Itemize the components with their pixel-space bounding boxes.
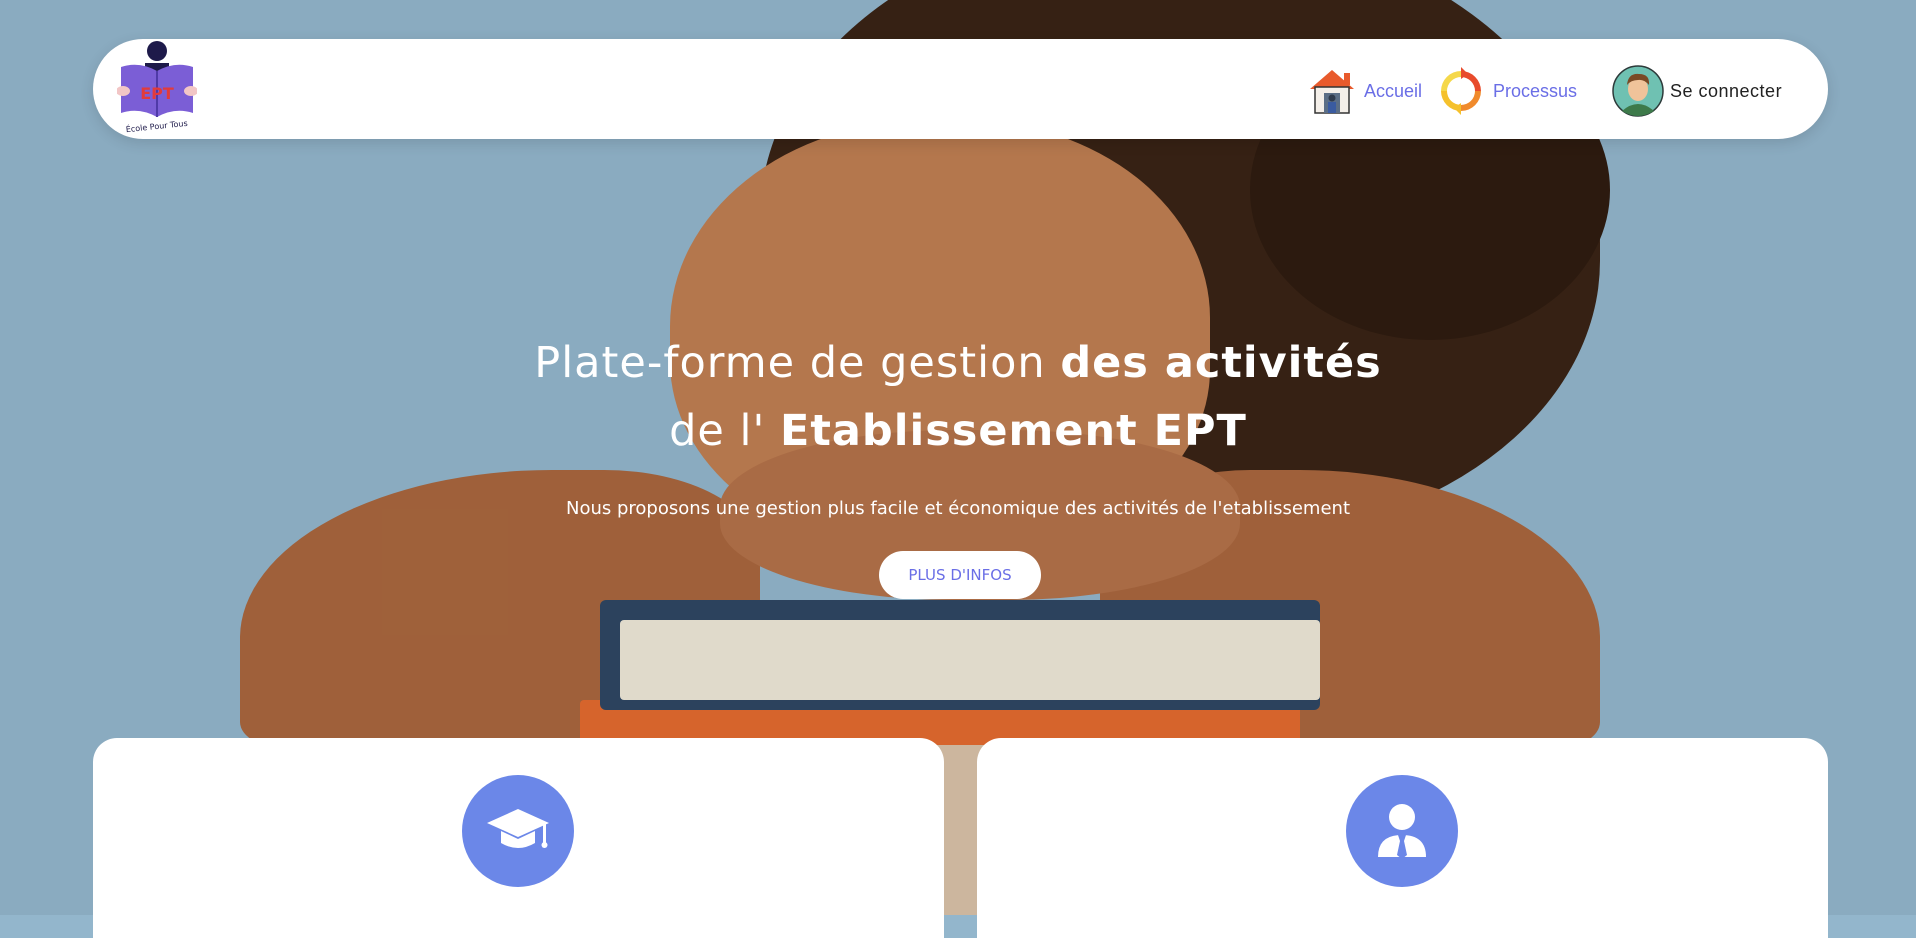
person-icon: [1346, 775, 1458, 887]
hero-title-part2: de l': [669, 405, 780, 456]
ept-logo[interactable]: EPT École Pour Tous: [116, 39, 198, 135]
svg-text:EPT: EPT: [140, 84, 174, 103]
home-icon: [1306, 65, 1358, 117]
user-avatar-icon: [1612, 65, 1664, 117]
hero-title-part1: Plate-forme de gestion: [534, 337, 1061, 388]
hero-title-bold1: des activités: [1060, 337, 1382, 388]
nav-item-accueil[interactable]: Accueil: [1306, 65, 1422, 117]
feature-card-staff: [977, 738, 1828, 938]
svg-text:École Pour Tous: École Pour Tous: [125, 117, 188, 134]
hero-title-bold2: Etablissement EPT: [779, 405, 1247, 456]
nav-label-se-connecter: Se connecter: [1670, 80, 1783, 101]
hero-title: Plate-forme de gestion des activités de …: [440, 329, 1476, 465]
navbar: EPT École Pour Tous Accueil Processus Se…: [93, 39, 1828, 139]
nav-item-se-connecter[interactable]: Se connecter: [1612, 65, 1782, 117]
graduation-cap-icon: [462, 775, 574, 887]
nav-label-accueil: Accueil: [1364, 80, 1423, 101]
plus-d-infos-button[interactable]: PLUS D'INFOS: [879, 551, 1041, 599]
nav-label-processus: Processus: [1493, 80, 1578, 101]
hero-subtitle: Nous proposons une gestion plus facile e…: [565, 498, 1350, 519]
nav-item-processus[interactable]: Processus: [1435, 65, 1577, 117]
process-cycle-icon: [1435, 65, 1487, 117]
feature-card-students: [93, 738, 944, 938]
